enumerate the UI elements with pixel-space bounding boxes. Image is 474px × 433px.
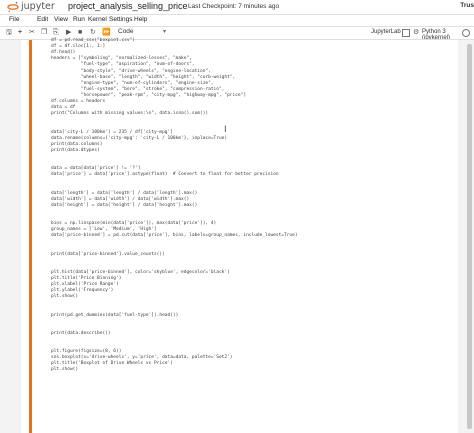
code-line: data['price'] = data['price'].astype(flo… <box>51 172 279 178</box>
code-line: data['city-L / 100km'] = 235 / df['city-… <box>51 129 173 135</box>
checkpoint-status: Last Checkpoint: 7 minutes ago <box>188 2 280 10</box>
code-cell-editor[interactable]: df = pd.read_csv("boxpiot.csv") df = df.i… <box>40 38 460 433</box>
jupyter-brand[interactable]: jupyter <box>21 1 55 12</box>
notebook-title[interactable]: project_analysis_selling_price <box>68 1 188 11</box>
save-icon[interactable]: 🖫 <box>6 28 12 38</box>
code-line: "fuel-system", "bore", "stroke", "compre… <box>51 86 225 92</box>
code-line: data['height'] = data['height'] / data['… <box>51 202 198 208</box>
code-line: data.rename(columns={'city-mpg': 'city-L… <box>51 135 228 141</box>
cell-type-select[interactable]: Code ▾ <box>118 28 166 37</box>
jupyter-logo-icon <box>7 1 19 12</box>
code-line: print(data.describe()) <box>51 330 111 336</box>
text-cursor-icon: I <box>224 125 227 135</box>
code-line: data['width'] = data['width'] / data['wi… <box>51 196 190 202</box>
chevron-down-icon: ▾ <box>162 29 166 35</box>
copy-icon[interactable]: ❐ <box>41 28 47 38</box>
code-line: print("Columns with missing values:\n", … <box>51 111 209 117</box>
code-line: data['price-binned'] = pd.cut(data['pric… <box>51 233 298 239</box>
code-line: print(pd.get_dummies(data['fuel-type']).… <box>51 312 179 318</box>
paste-icon[interactable]: ⎘ <box>53 28 59 38</box>
code-line: print(data.dtypes) <box>51 147 100 153</box>
menu-help[interactable]: Help <box>134 16 147 23</box>
gear-icon[interactable]: ⚙ <box>413 28 419 36</box>
code-line: "fuel-type", "aspiration", "num-of-doors… <box>51 62 195 68</box>
active-cell-indicator <box>29 40 32 433</box>
kernel-status-icon <box>462 29 470 37</box>
code-line: data['length'] = data['length'] / data['… <box>51 190 198 196</box>
menu-view[interactable]: View <box>54 16 68 23</box>
code-line: "engine-type", "num-of-cylinders", "engi… <box>51 80 214 86</box>
cut-icon[interactable]: ✂ <box>29 28 35 38</box>
menu-edit[interactable]: Edit <box>37 16 48 23</box>
menu-file[interactable]: File <box>9 16 19 23</box>
code-line: "horsepower", "peak-rpm", "city-mpg", "h… <box>51 92 247 98</box>
code-line: plt.show() <box>51 367 79 373</box>
fast-forward-icon[interactable]: ⏩ <box>102 28 111 38</box>
restart-icon[interactable]: ↻ <box>90 28 96 38</box>
cell-type-value: Code <box>118 28 134 35</box>
menu-bar: File Edit View Run Kernel Settings Help <box>0 15 474 26</box>
trusted-indicator[interactable]: Trus <box>460 2 474 9</box>
jupyterlab-link[interactable]: JupyterLab <box>371 29 401 35</box>
code-line: "wheel-base", "length", "width", "height… <box>51 74 236 80</box>
code-line: "body-style", "drive-wheels", "engine-lo… <box>51 68 211 74</box>
scrollbar-thumb[interactable] <box>467 44 472 429</box>
code-line: plt.show() <box>51 294 79 300</box>
stop-icon[interactable]: ■ <box>78 28 82 38</box>
add-cell-icon[interactable]: + <box>18 28 22 38</box>
code-line: plt.hist(data['price-binned'], color='sk… <box>51 269 230 275</box>
code-line: print(data['price-binned'].value_counts(… <box>51 251 165 257</box>
code-line: plt.title('Price Binning') <box>51 275 122 281</box>
run-icon[interactable]: ▶ <box>66 28 71 38</box>
menu-run[interactable]: Run <box>73 16 85 23</box>
menu-settings[interactable]: Settings <box>109 16 133 23</box>
open-icon[interactable] <box>402 29 410 37</box>
top-bar: jupyter project_analysis_selling_price L… <box>0 0 474 14</box>
code-line: print(data.columns) <box>51 141 103 147</box>
menu-kernel[interactable]: Kernel <box>88 16 107 23</box>
